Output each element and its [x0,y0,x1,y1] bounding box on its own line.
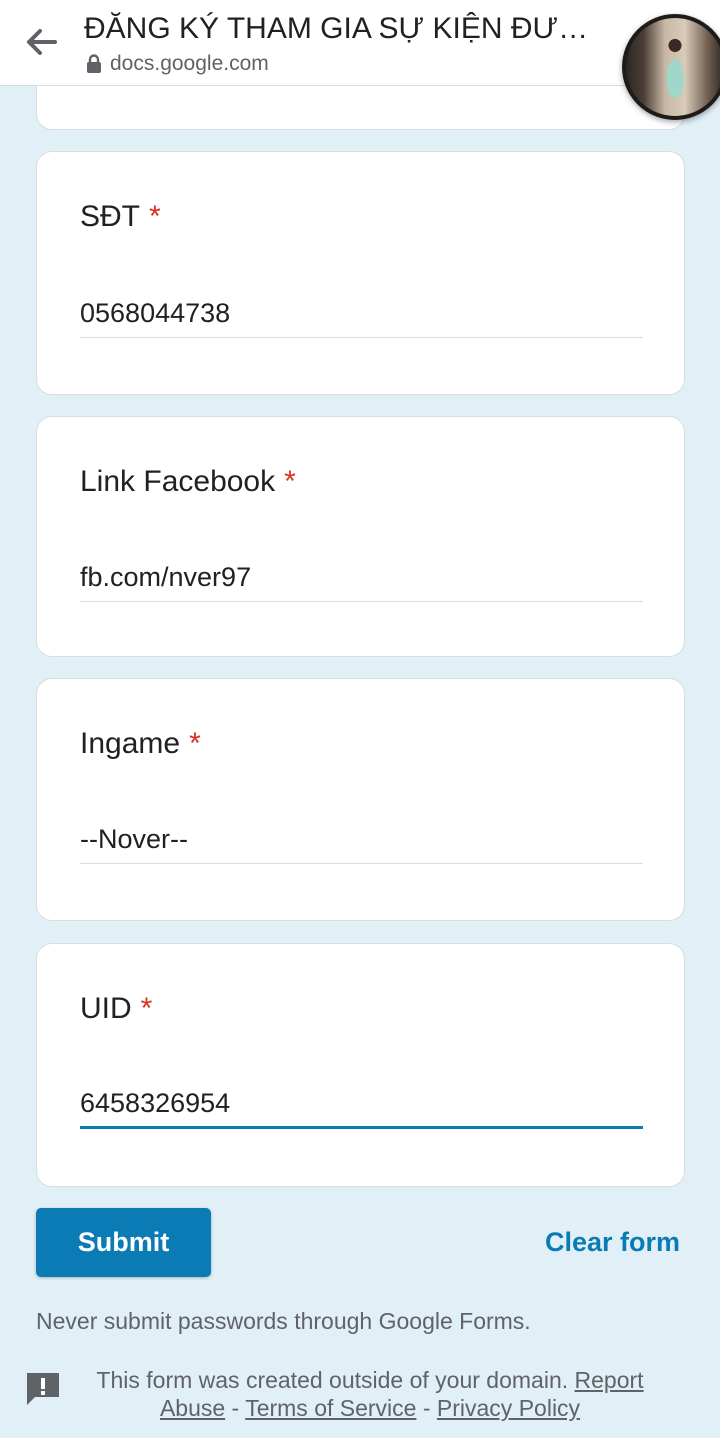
page-title: ĐĂNG KÝ THAM GIA SỰ KIỆN ĐƯỜ... [84,12,604,45]
form-card-phone: SĐT * [36,151,685,395]
arrow-back-icon [27,29,57,55]
question-title: SĐT * [80,200,161,234]
password-warning: Never submit passwords through Google Fo… [36,1308,531,1334]
facebook-link-input[interactable] [80,560,643,602]
privacy-policy-link[interactable]: Privacy Policy [437,1395,580,1421]
terms-of-service-link[interactable]: Terms of Service [245,1395,416,1421]
url-text: docs.google.com [110,52,269,75]
clear-form-button[interactable]: Clear form [520,1222,680,1262]
footer-separator: - [225,1395,246,1421]
question-label: Link Facebook [80,465,276,498]
question-title: Link Facebook * [80,465,296,499]
question-label: Ingame [80,727,181,760]
question-label: SĐT [80,200,140,233]
required-asterisk: * [140,992,153,1025]
form-card-facebook: Link Facebook * [36,416,685,657]
url-row[interactable]: docs.google.com [86,52,269,76]
question-title: UID * [80,992,152,1026]
uid-input[interactable] [80,1087,643,1129]
form-card-uid: UID * [36,943,685,1187]
question-label: UID [80,992,132,1025]
submit-button[interactable]: Submit [36,1208,211,1277]
ingame-input[interactable] [80,822,643,864]
required-asterisk: * [284,465,296,498]
browser-top-bar: ĐĂNG KÝ THAM GIA SỰ KIỆN ĐƯỜ... docs.goo… [0,0,720,86]
avatar[interactable] [622,14,720,120]
report-feedback-icon [27,1373,59,1405]
lock-icon [87,54,101,73]
footer-separator: - [416,1395,437,1421]
phone-input[interactable] [80,296,643,338]
form-card-ingame: Ingame * [36,678,685,921]
required-asterisk: * [189,727,201,760]
required-asterisk: * [149,200,161,233]
footer-notice-text: This form was created outside of your do… [96,1367,569,1393]
back-button[interactable] [22,24,62,60]
question-title: Ingame * [80,727,201,761]
footer-notice: This form was created outside of your do… [80,1366,660,1422]
